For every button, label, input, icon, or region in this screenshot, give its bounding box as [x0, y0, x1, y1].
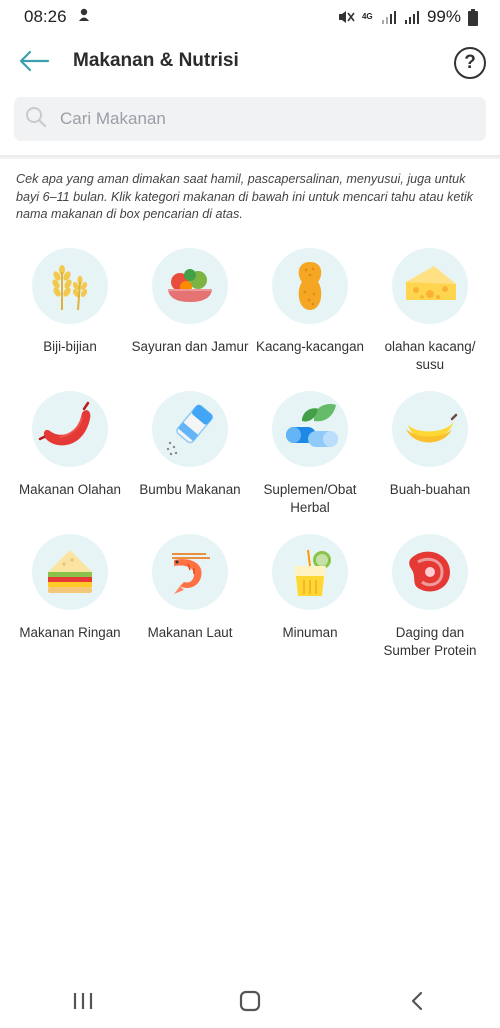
- category-buah-buahan[interactable]: Buah-buahan: [370, 391, 490, 534]
- category-label: Buah-buahan: [389, 482, 471, 497]
- category-makanan-olahan[interactable]: Makanan Olahan: [10, 391, 130, 534]
- category-biji-bijian[interactable]: Biji-bijian: [10, 248, 130, 391]
- cheese-icon: [406, 266, 456, 300]
- category-minuman[interactable]: Minuman: [250, 534, 370, 677]
- signal-icon: [381, 10, 397, 25]
- description-text: Cek apa yang aman dimakan saat hamil, pa…: [16, 172, 473, 221]
- back-nav-button[interactable]: [387, 983, 447, 1023]
- search-icon: [24, 105, 48, 134]
- sausage-icon: [38, 401, 91, 446]
- arrow-left-icon: [18, 50, 50, 77]
- recent-apps-button[interactable]: [53, 983, 113, 1023]
- salt-shaker-icon: [166, 404, 213, 456]
- back-button[interactable]: [16, 46, 52, 80]
- pill-icon: [286, 404, 338, 447]
- notification-icon: [77, 7, 91, 28]
- category-makanan-laut[interactable]: Makanan Laut: [130, 534, 250, 677]
- network-type: 4G: [361, 12, 373, 21]
- banana-icon: [406, 413, 458, 443]
- category-label: Kacang-kacangan: [256, 339, 364, 354]
- category-label: Minuman: [282, 625, 338, 640]
- category-label: Bumbu Makanan: [139, 482, 241, 497]
- search-bar[interactable]: [14, 97, 486, 141]
- category-suplemen-obat-herbal[interactable]: Suplemen/Obat Herbal: [250, 391, 370, 534]
- vegetable-icon: [168, 269, 212, 302]
- category-label: Suplemen/Obat Herbal: [263, 482, 357, 515]
- category-label: Makanan Laut: [147, 625, 233, 640]
- grain-icon: [52, 265, 88, 311]
- recent-apps-icon: [72, 991, 94, 1016]
- help-button[interactable]: ?: [454, 47, 486, 79]
- category-label: Makanan Ringan: [19, 625, 121, 640]
- shrimp-icon: [172, 553, 210, 594]
- sandwich-icon: [48, 550, 92, 593]
- signal-icon-2: [404, 10, 420, 25]
- chevron-left-icon: [410, 990, 424, 1017]
- category-label: Sayuran dan Jamur: [131, 339, 249, 354]
- question-icon: ?: [464, 52, 476, 73]
- navigation-bar: [0, 978, 500, 1028]
- category-kacang-kacangan[interactable]: Kacang-kacangan: [250, 248, 370, 391]
- status-time: 08:26: [24, 7, 67, 26]
- meat-icon: [409, 551, 450, 592]
- mute-icon: [337, 9, 355, 25]
- category-daging-dan-sumber-protein[interactable]: Daging dan Sumber Protein: [370, 534, 490, 677]
- app-header: Makanan & Nutrisi ?: [0, 34, 500, 92]
- home-button[interactable]: [220, 983, 280, 1023]
- category-label: Daging dan Sumber Protein: [383, 625, 477, 658]
- search-input[interactable]: [58, 108, 462, 130]
- page-title: Makanan & Nutrisi: [73, 50, 239, 71]
- category-grid: Biji-bijian Sayuran dan Jamur Kacang-kac…: [0, 248, 500, 677]
- category-sayuran-dan-jamur[interactable]: Sayuran dan Jamur: [130, 248, 250, 391]
- battery-percent: 99%: [426, 7, 461, 26]
- category-label: Makanan Olahan: [19, 482, 121, 497]
- category-olahan-kacang-susu[interactable]: olahan kacang/ susu: [370, 248, 490, 391]
- category-label: Biji-bijian: [43, 339, 97, 354]
- status-bar: 08:26 4G 99%: [0, 0, 500, 34]
- home-icon: [239, 990, 261, 1017]
- drink-icon: [294, 549, 331, 596]
- peanut-icon: [298, 262, 322, 310]
- battery-icon: [468, 8, 478, 26]
- category-label: olahan kacang/ susu: [384, 339, 476, 372]
- category-bumbu-makanan[interactable]: Bumbu Makanan: [130, 391, 250, 534]
- divider: [0, 155, 500, 159]
- category-makanan-ringan[interactable]: Makanan Ringan: [10, 534, 130, 677]
